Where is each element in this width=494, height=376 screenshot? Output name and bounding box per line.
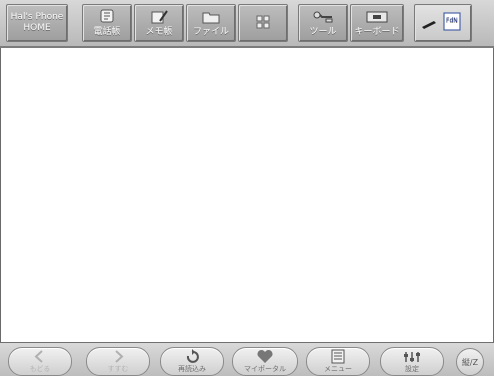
file-label: ファイル	[192, 27, 229, 37]
phonebook-label: 電話帳	[93, 27, 121, 37]
my-portal-label: マイポータル	[244, 365, 286, 373]
home-title: Hal's Phone	[10, 12, 64, 22]
forward-button[interactable]: すすむ	[86, 347, 150, 376]
tool-icon	[313, 11, 333, 23]
settings-label: 設定	[405, 365, 419, 373]
menu-button[interactable]: メニュー	[306, 347, 370, 376]
main-content-area[interactable]	[0, 48, 494, 342]
chevron-right-icon	[115, 350, 124, 363]
keyboard-icon	[366, 11, 388, 23]
menu-icon	[331, 349, 345, 364]
grid-button[interactable]	[238, 4, 288, 42]
heart-icon	[257, 349, 273, 363]
fn-label: FdN	[446, 17, 458, 24]
folder-icon	[202, 12, 220, 24]
keyboard-label: キーボード	[354, 27, 400, 37]
reload-icon	[186, 349, 199, 363]
fn-button[interactable]: FdN	[414, 4, 472, 42]
grid-icon	[256, 15, 270, 29]
bottom-navigation-bar: もどる すすむ 再読込み マイポータル メニュー 設定 縦/Z	[0, 342, 494, 376]
reload-label: 再読込み	[178, 365, 206, 373]
reload-button[interactable]: 再読込み	[160, 347, 224, 376]
menu-label: メニュー	[324, 365, 352, 373]
phonebook-icon	[100, 9, 114, 23]
home-button[interactable]: Hal's Phone HOME	[6, 4, 68, 42]
file-button[interactable]: ファイル	[186, 4, 236, 42]
memo-button[interactable]: メモ帳	[134, 4, 184, 42]
home-subtitle: HOME	[23, 23, 51, 33]
my-portal-button[interactable]: マイポータル	[232, 347, 298, 376]
tool-button[interactable]: ツール	[298, 4, 348, 42]
top-toolbar: Hal's Phone HOME 電話帳 メモ帳 ファイル ツール キーボード …	[0, 0, 494, 48]
keyboard-button[interactable]: キーボード	[350, 4, 404, 42]
settings-button[interactable]: 設定	[380, 347, 444, 376]
settings-icon	[404, 352, 420, 362]
orientation-button[interactable]: 縦/Z	[456, 348, 484, 376]
tool-label: ツール	[309, 27, 337, 37]
forward-label: すすむ	[107, 365, 129, 373]
pen-icon: FdN	[422, 12, 461, 31]
orientation-label: 縦/Z	[461, 357, 479, 367]
memo-icon	[151, 10, 168, 24]
memo-label: メモ帳	[145, 27, 173, 37]
phonebook-button[interactable]: 電話帳	[82, 4, 132, 42]
back-label: もどる	[29, 365, 51, 373]
chevron-left-icon	[34, 350, 43, 363]
back-button[interactable]: もどる	[8, 347, 72, 376]
